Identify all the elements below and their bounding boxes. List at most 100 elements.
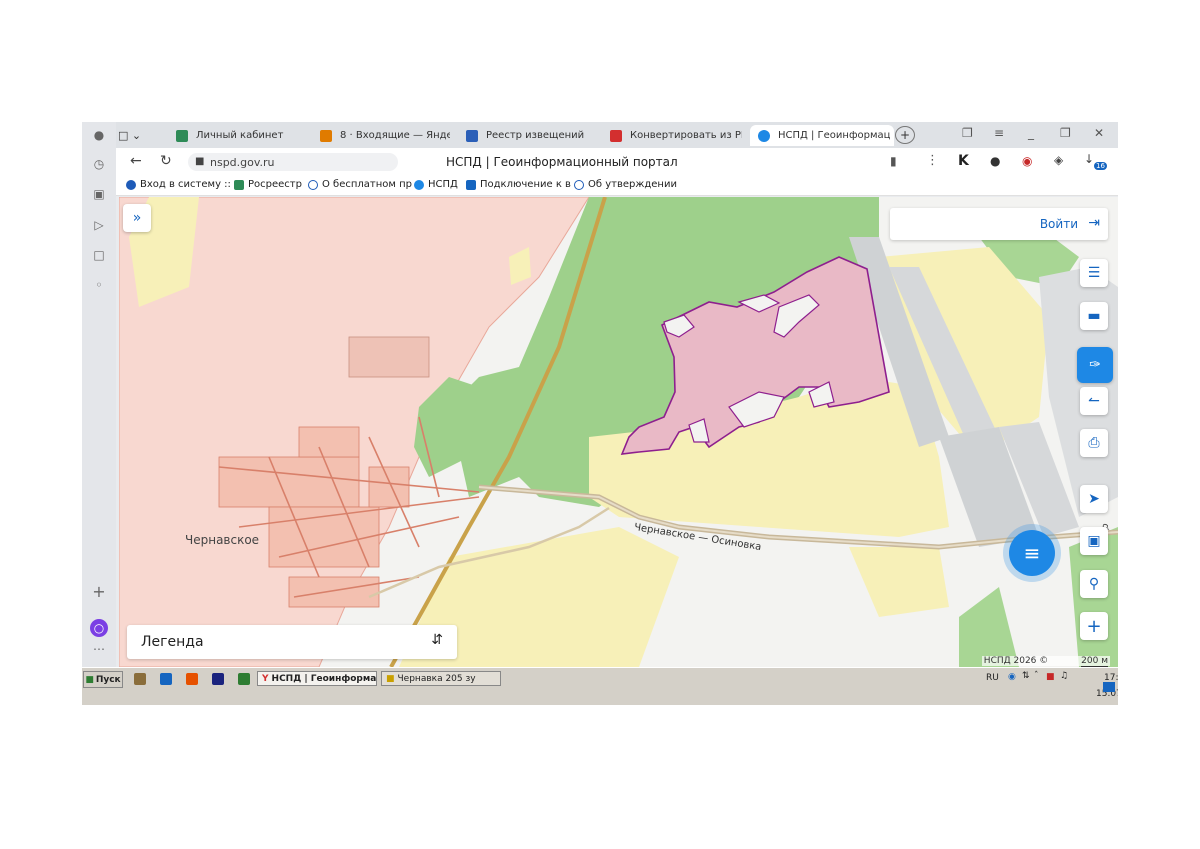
login-button[interactable]: Войти ⇥ — [890, 208, 1108, 240]
tab-label: НСПД | Геоинформац — [778, 130, 891, 141]
new-tab-button[interactable]: + — [895, 126, 915, 144]
bookmark-item[interactable]: О бесплатном пр — [308, 179, 412, 190]
screenshot-icon[interactable]: ◦ — [90, 276, 108, 294]
chat-button[interactable]: ≡ — [1009, 530, 1055, 576]
back-icon[interactable]: ← — [130, 153, 142, 169]
ruler-button[interactable]: ▬ — [1080, 302, 1108, 330]
tab-registry[interactable]: Реестр извещений — [466, 125, 596, 146]
mail-icon — [320, 129, 332, 142]
link-icon — [308, 179, 318, 190]
start-button[interactable]: ■ Пуск — [83, 671, 123, 688]
bookmark-label: НСПД — [428, 179, 458, 190]
help-icon[interactable]: ◉ — [1008, 672, 1016, 682]
restore-icon[interactable]: ❐ — [1060, 126, 1071, 140]
system-tray: RU ◉ ⇅ ˆ ■ ♫ 17:09 15.07.2026 — [986, 669, 1118, 703]
reload-icon[interactable]: ↻ — [160, 153, 172, 169]
attribution-text: НСПД 2026 © — [983, 656, 1049, 666]
browser-window: ● ◷ ▣ ▷ □ ◦ + ○ ⋯ □ ⌄ Личный кабинет 8 ·… — [82, 122, 1118, 705]
minimize-icon[interactable]: _ — [1028, 126, 1034, 140]
chevron-up-icon[interactable]: ˆ — [1034, 671, 1039, 681]
more-icon[interactable]: ⋯ — [90, 640, 108, 658]
nspd-icon — [414, 179, 424, 190]
tab-strip: □ ⌄ Личный кабинет 8 · Входящие — Яндекс… — [116, 122, 1118, 148]
tab-label: Личный кабинет — [196, 130, 284, 141]
play-icon[interactable]: ▷ — [90, 216, 108, 234]
volume-icon[interactable]: ♫ — [1060, 671, 1068, 681]
share-button[interactable]: ↼ — [1080, 387, 1108, 415]
link-icon — [574, 179, 584, 190]
bookmark-label: О бесплатном пр — [322, 179, 413, 190]
map-canvas[interactable]: Чернавское Чернавское — Осиновка Чер » В… — [119, 197, 1118, 667]
quicklaunch-icon[interactable] — [134, 673, 146, 685]
alice-icon[interactable]: ○ — [90, 619, 108, 637]
print-button[interactable]: ⎙ — [1080, 429, 1108, 457]
page-title: НСПД | Геоинформационный портал — [446, 155, 678, 169]
tabs-list-icon[interactable]: ❐ — [962, 126, 973, 140]
save-icon[interactable] — [212, 673, 224, 685]
bookmark-icon[interactable]: ▮ — [890, 154, 897, 168]
tab-lk[interactable]: Личный кабинет — [176, 125, 308, 146]
extension-cloud-icon[interactable]: ● — [990, 154, 1000, 168]
close-window-icon[interactable]: ✕ — [1094, 126, 1104, 140]
history-icon[interactable]: ◷ — [90, 155, 108, 173]
address-bar: ← ↻ ■ nspd.gov.ru НСПД | Геоинформационн… — [116, 148, 1118, 176]
tab-nspd[interactable]: НСПД | Геоинформац × — [750, 125, 894, 146]
extension-circle-icon[interactable]: ◉ — [1022, 154, 1032, 168]
login-icon: ⇥ — [1088, 215, 1100, 231]
bookmark-item[interactable]: Росреестр — [234, 179, 302, 190]
draw-button[interactable]: ✑ — [1077, 347, 1113, 383]
bookmark-label: Росреестр — [248, 179, 302, 190]
layers-button[interactable]: ☰ — [1080, 259, 1108, 287]
chevron-updown-icon: ⇵ — [431, 632, 443, 648]
video-icon — [466, 179, 476, 190]
task-browser[interactable]: Y НСПД | Геоинформа... — [257, 671, 377, 686]
tab-label: Конвертировать из PDF — [630, 130, 742, 141]
extension-k-icon[interactable]: K — [958, 153, 969, 169]
language-indicator[interactable]: RU — [986, 673, 999, 683]
s-icon[interactable]: □ — [90, 246, 108, 264]
expand-panel-button[interactable]: » — [123, 204, 151, 232]
legend-panel[interactable]: Легенда ⇵ — [127, 625, 457, 659]
show-desktop-icon[interactable] — [1103, 682, 1115, 692]
menu-icon[interactable]: ≡ — [994, 126, 1004, 140]
profile-icon[interactable]: ● — [90, 126, 108, 144]
task-label: НСПД | Геоинформа... — [271, 673, 377, 684]
more-options-icon[interactable]: ⋮ — [926, 153, 939, 168]
collections-icon[interactable]: ▣ — [90, 185, 108, 203]
bookmark-item[interactable]: Подключение к в — [466, 179, 571, 190]
bookmark-label: Об утверждении — [588, 179, 677, 190]
url-field[interactable]: ■ nspd.gov.ru — [188, 153, 398, 171]
tab-label: 8 · Входящие — Яндекс — [340, 130, 450, 141]
zoom-in-button[interactable]: + — [1080, 612, 1108, 640]
url-text: nspd.gov.ru — [210, 155, 275, 169]
bookmark-item[interactable]: Об утверждении — [574, 179, 677, 190]
search-location-button[interactable]: ⚲ — [1080, 570, 1108, 598]
bookmark-item[interactable]: НСПД — [414, 179, 458, 190]
task-folder[interactable]: ■ Чернавка 205 зу — [381, 671, 501, 686]
add-icon[interactable]: + — [90, 582, 108, 601]
alert-icon[interactable]: ■ — [1046, 672, 1055, 682]
taskbar: ■ Пуск Y НСПД | Геоинформа... ■ Чернавка 20… — [82, 667, 1118, 705]
tab-group-icon[interactable]: □ ⌄ — [118, 125, 146, 146]
tab-label: Реестр извещений — [486, 130, 585, 141]
field-zone — [849, 547, 949, 617]
tab-pdf[interactable]: Конвертировать из PDF — [610, 125, 742, 146]
bookmark-label: Вход в систему :: — [140, 179, 231, 190]
extension-shield-icon[interactable]: ◈ — [1054, 153, 1063, 167]
excel-icon[interactable] — [238, 673, 250, 685]
quicklaunch-icon[interactable] — [186, 673, 198, 685]
tab-mail[interactable]: 8 · Входящие — Яндекс — [320, 125, 450, 146]
registry-icon — [466, 129, 478, 142]
quicklaunch-icon[interactable] — [160, 673, 172, 685]
downloads-icon[interactable]: ↓ — [1084, 152, 1094, 166]
locate-button[interactable]: ➤ — [1080, 485, 1108, 513]
windows-icon: ■ — [85, 674, 94, 685]
gear-icon — [126, 179, 136, 190]
basemap-button[interactable]: ▣ — [1080, 527, 1108, 555]
nspd-icon — [758, 129, 770, 142]
yandex-icon: Y — [262, 673, 269, 684]
network-icon[interactable]: ⇅ — [1022, 671, 1030, 681]
bookmark-item[interactable]: Вход в систему :: — [126, 179, 231, 190]
browser-sidebar: ● ◷ ▣ ▷ □ ◦ + ○ ⋯ — [82, 122, 116, 667]
downloads-badge: 16 — [1094, 162, 1107, 170]
